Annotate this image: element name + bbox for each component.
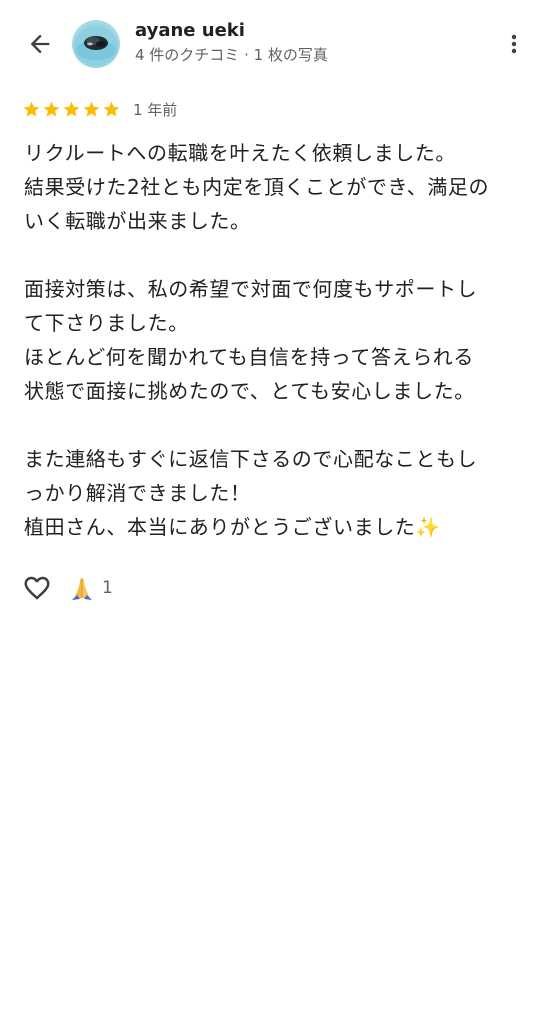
review-line: いく転職が出来ました。 xyxy=(24,209,251,233)
arrow-back-icon xyxy=(30,34,50,54)
review-line: また連絡もすぐに返信下さるので心配なこともし xyxy=(24,447,478,471)
star-rating xyxy=(22,100,121,119)
rating-row: 1 年前 xyxy=(22,97,177,121)
user-meta: 4 件のクチコミ · 1 枚の写真 xyxy=(135,46,328,64)
star-icon xyxy=(103,101,120,117)
review-date: 1 年前 xyxy=(133,100,178,119)
folded-hands-emoji xyxy=(72,578,92,600)
back-button[interactable] xyxy=(22,26,58,62)
review-line: 植田さん、本当にありがとうございました✨ xyxy=(24,515,441,539)
review-line: 結果受けた2社とも内定を頂くことができ、満足の xyxy=(24,175,490,199)
review-line: リクルートへの転職を叶えたく依頼しました。 xyxy=(24,141,456,165)
review-line: て下さりました。 xyxy=(24,311,189,335)
review-line: っかり解消できました！ xyxy=(24,481,251,505)
star-icon xyxy=(23,101,40,117)
reaction-count: 1 xyxy=(102,578,113,598)
review-line: ほとんど何を聞かれても自信を持って答えられる xyxy=(24,345,474,369)
heart-outline-icon xyxy=(24,576,50,600)
reaction-chip[interactable]: 1 xyxy=(68,574,113,602)
review-line: 面接対策は、私の希望で対面で何度もサポートし xyxy=(24,277,478,301)
more-options-button[interactable] xyxy=(498,26,530,62)
like-button[interactable] xyxy=(22,573,52,603)
review-header: ayane ueki 4 件のクチコミ · 1 枚の写真 xyxy=(0,0,553,88)
more-vert-icon xyxy=(511,34,517,54)
review-line: 状態で面接に挑めたので、とても安心しました。 xyxy=(24,379,475,403)
avatar[interactable] xyxy=(72,20,120,68)
star-icon xyxy=(43,101,60,117)
star-icon xyxy=(63,101,80,117)
profile-photo xyxy=(74,26,118,66)
reactions-row: 1 xyxy=(22,570,113,606)
star-icon xyxy=(83,101,100,117)
user-name[interactable]: ayane ueki xyxy=(135,20,245,41)
review-text: リクルートへの転職を叶えたく依頼しました。 結果受けた2社とも内定を頂くことがで… xyxy=(24,136,534,544)
